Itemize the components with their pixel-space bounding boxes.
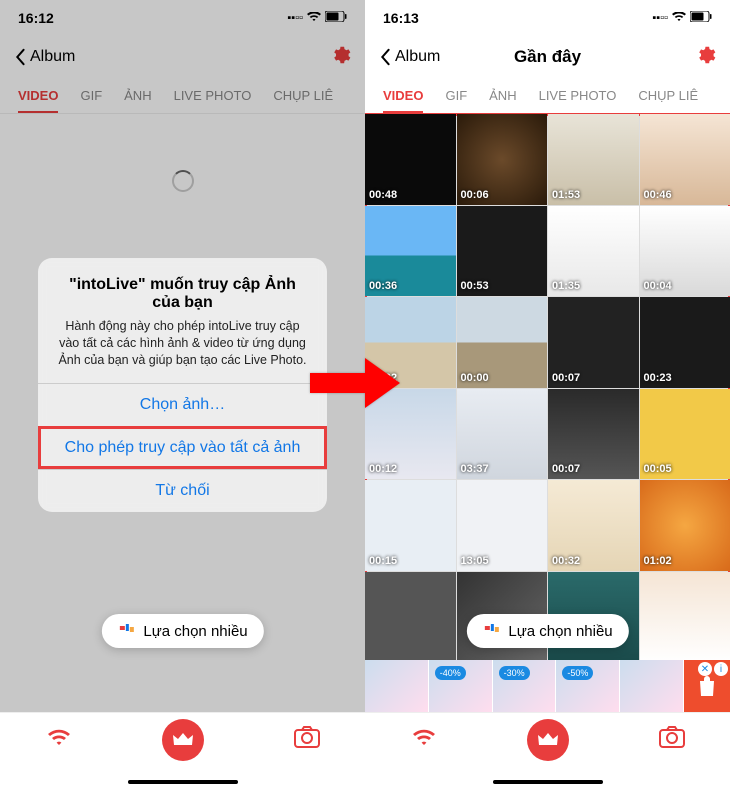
duration-label: 00:05	[644, 463, 672, 475]
media-thumb[interactable]	[640, 572, 730, 663]
ad-item[interactable]: -40%	[429, 660, 493, 712]
multi-select-label: Lựa chọn nhiều	[508, 623, 612, 640]
media-thumb[interactable]: 00:32	[548, 480, 639, 571]
bottom-bar	[0, 712, 365, 790]
ad-item[interactable]	[620, 660, 684, 712]
media-thumb[interactable]: 00:00	[457, 297, 548, 388]
media-thumb[interactable]: 01:53	[548, 114, 639, 205]
media-thumb[interactable]	[365, 572, 456, 663]
duration-label: 03:37	[461, 463, 489, 475]
home-indicator	[493, 780, 603, 784]
duration-label: 00:07	[552, 463, 580, 475]
crown-button[interactable]	[162, 719, 204, 761]
duration-label: 00:36	[369, 280, 397, 292]
duration-label: 13:05	[461, 555, 489, 567]
alert-deny-button[interactable]: Từ chối	[38, 469, 327, 512]
tab-gif[interactable]: GIF	[445, 88, 467, 103]
media-thumb[interactable]: 00:07	[548, 297, 639, 388]
ad-item[interactable]: -30%	[493, 660, 557, 712]
camera-button[interactable]	[293, 723, 321, 751]
duration-label: 00:32	[552, 555, 580, 567]
media-thumb[interactable]: 13:05	[457, 480, 548, 571]
discount-badge: -40%	[435, 666, 466, 680]
media-thumb[interactable]: 00:04	[640, 206, 730, 297]
signal-icon: ▪▪▫▫	[652, 12, 668, 24]
media-thumb[interactable]: 00:48	[365, 114, 456, 205]
back-label: Album	[395, 48, 440, 66]
duration-label: 00:46	[644, 189, 672, 201]
media-thumb[interactable]: 01:35	[548, 206, 639, 297]
duration-label: 00:04	[644, 280, 672, 292]
multi-select-button[interactable]: Lựa chọn nhiều	[466, 614, 628, 648]
duration-label: 00:00	[461, 372, 489, 384]
bottom-bar	[365, 712, 730, 790]
crown-button[interactable]	[527, 719, 569, 761]
duration-label: 00:48	[369, 189, 397, 201]
tab-capture[interactable]: CHỤP LIÊ	[638, 88, 698, 103]
duration-label: 00:12	[369, 463, 397, 475]
header: Album Gần đây	[365, 36, 730, 78]
media-thumb[interactable]: 00:05	[640, 389, 730, 480]
app-logo-icon	[482, 622, 500, 640]
duration-label: 00:07	[552, 372, 580, 384]
status-bar: 16:13 ▪▪▫▫	[365, 0, 730, 36]
duration-label: 01:35	[552, 280, 580, 292]
multi-select-button[interactable]: Lựa chọn nhiều	[101, 614, 263, 648]
alert-message: Hành động này cho phép intoLive truy cập…	[54, 318, 311, 369]
ad-banner[interactable]: -40% -30% -50% ✕ i	[365, 660, 730, 712]
media-grid: 00:48 00:06 01:53 00:46 00:36 00:53 01:3…	[365, 114, 730, 662]
permission-alert: "intoLive" muốn truy cập Ảnh của bạn Hàn…	[38, 258, 327, 512]
tab-livephoto[interactable]: LIVE PHOTO	[539, 88, 617, 103]
battery-icon	[690, 11, 712, 25]
wifi-button[interactable]	[410, 723, 438, 751]
duration-label: 00:53	[461, 280, 489, 292]
ad-close-icon[interactable]: ✕	[698, 662, 712, 676]
alert-allow-button[interactable]: Cho phép truy cập vào tất cả ảnh	[38, 426, 327, 469]
page-title: Gần đây	[514, 47, 581, 67]
duration-label: 01:02	[644, 555, 672, 567]
tab-image[interactable]: ẢNH	[489, 88, 516, 103]
settings-button[interactable]	[694, 44, 716, 71]
wifi-icon	[672, 12, 686, 25]
alert-title: "intoLive" muốn truy cập Ảnh của bạn	[54, 276, 311, 312]
camera-button[interactable]	[658, 723, 686, 751]
duration-label: 00:15	[369, 555, 397, 567]
media-thumb[interactable]: 00:46	[640, 114, 730, 205]
wifi-button[interactable]	[45, 723, 73, 751]
discount-badge: -50%	[562, 666, 593, 680]
app-logo-icon	[117, 622, 135, 640]
back-button[interactable]: Album	[379, 48, 440, 66]
phone-right: 16:13 ▪▪▫▫ Album Gần đây VIDEO GIF ẢNH L…	[365, 0, 730, 790]
status-time: 16:13	[383, 10, 419, 26]
discount-badge: -30%	[499, 666, 530, 680]
tab-video[interactable]: VIDEO	[383, 88, 423, 113]
duration-label: 00:06	[461, 189, 489, 201]
tab-bar: VIDEO GIF ẢNH LIVE PHOTO CHỤP LIÊ	[365, 78, 730, 114]
alert-select-button[interactable]: Chọn ảnh…	[38, 383, 327, 426]
home-indicator	[128, 780, 238, 784]
duration-label: 01:53	[552, 189, 580, 201]
multi-select-label: Lựa chọn nhiều	[143, 623, 247, 640]
media-thumb[interactable]: 00:15	[365, 480, 456, 571]
media-thumb[interactable]: 01:02	[640, 480, 730, 571]
media-thumb[interactable]: 00:07	[548, 389, 639, 480]
media-thumb[interactable]: 00:23	[640, 297, 730, 388]
duration-label: 00:23	[644, 372, 672, 384]
ad-item[interactable]: -50%	[556, 660, 620, 712]
media-thumb[interactable]: 00:36	[365, 206, 456, 297]
media-thumb[interactable]: 00:53	[457, 206, 548, 297]
ad-item[interactable]	[365, 660, 429, 712]
status-icons: ▪▪▫▫	[652, 11, 712, 25]
ad-info-icon[interactable]: i	[714, 662, 728, 676]
media-thumb[interactable]: 03:37	[457, 389, 548, 480]
arrow-icon	[310, 358, 400, 413]
media-thumb[interactable]: 00:06	[457, 114, 548, 205]
